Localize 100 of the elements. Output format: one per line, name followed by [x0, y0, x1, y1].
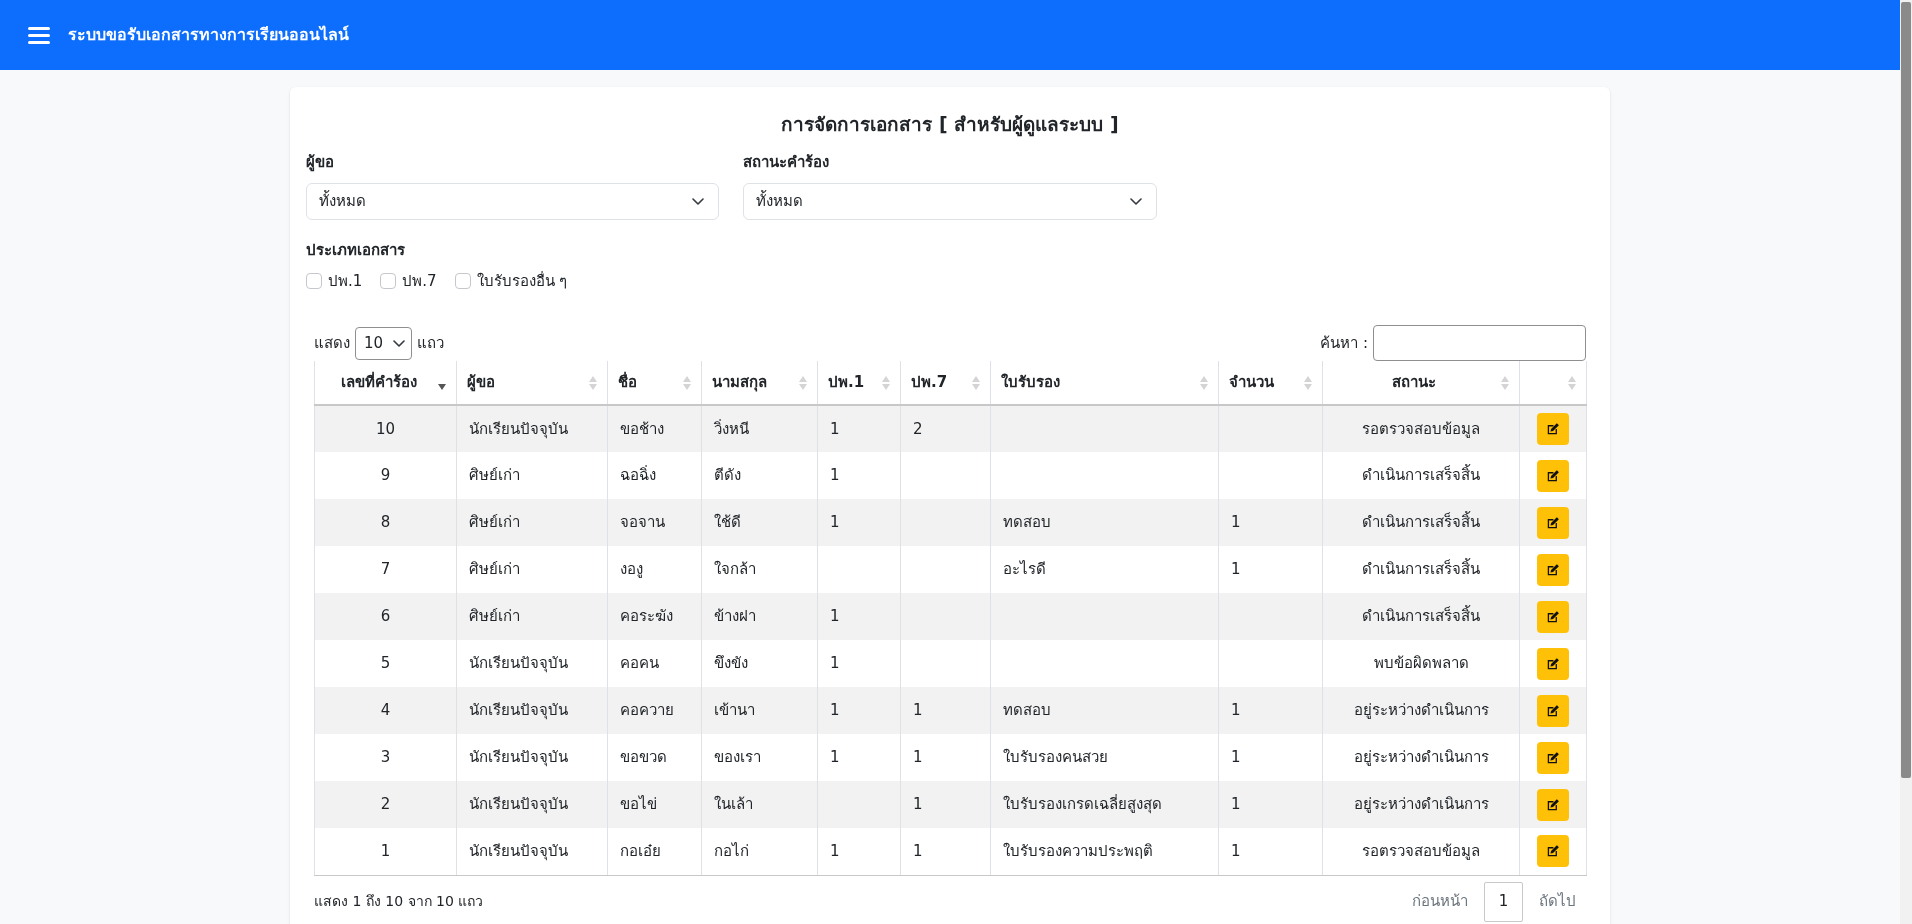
- table-cell: 1: [830, 513, 840, 532]
- edit-button[interactable]: [1537, 459, 1569, 492]
- checkbox[interactable]: [306, 273, 322, 289]
- table-cell: อยู่ระหว่างดำเนินการ: [1353, 701, 1489, 720]
- checkbox[interactable]: [454, 273, 471, 289]
- table-cell: คอระฆัง: [620, 607, 673, 626]
- table-cell: 2: [380, 795, 391, 814]
- edit-icon: [1546, 844, 1560, 859]
- table-cell: 3: [380, 748, 391, 767]
- table-cell: ขึงขัง: [714, 654, 748, 673]
- edit-button[interactable]: [1537, 600, 1569, 633]
- checkbox-label[interactable]: ปพ.7: [402, 269, 437, 293]
- search-field[interactable]: [1373, 325, 1586, 361]
- table-cell: ใบรับรองความประพฤติ: [1003, 842, 1153, 860]
- edit-button[interactable]: [1537, 694, 1569, 727]
- table-cell: จอจาน: [620, 513, 665, 532]
- edit-button[interactable]: [1537, 835, 1569, 868]
- menu-icon[interactable]: [28, 26, 50, 44]
- chevron-down-icon: [393, 339, 405, 347]
- table-cell: ฉอฉิ่ง: [620, 466, 656, 485]
- table-cell: 8: [380, 513, 391, 532]
- search-label: ค้นหา :: [1320, 332, 1368, 354]
- table-cell: 1: [1231, 701, 1241, 720]
- table-cell: นักเรียนปัจจุบัน: [469, 419, 568, 438]
- checkbox[interactable]: [380, 273, 397, 289]
- table-cell: ดำเนินการเสร็จสิ้น: [1362, 607, 1480, 626]
- table-cell: กอเอ๋ย: [620, 842, 661, 860]
- table-cell: ใจกล้า: [714, 560, 756, 579]
- table-info: แสดง 1 ถึง 10 จาก 10 แถว: [314, 892, 484, 911]
- table-cell: 1: [1231, 748, 1241, 767]
- table-cell: งองู: [620, 560, 643, 579]
- table-cell: ขอช้าง: [620, 419, 664, 438]
- table-cell: 9: [380, 466, 391, 485]
- filter-label: สถานะคำร้อง: [743, 152, 831, 173]
- table-cell: 1: [1231, 842, 1241, 860]
- edit-icon: [1546, 468, 1560, 483]
- checkbox-label[interactable]: ใบรับรองอื่น ๆ: [476, 269, 568, 293]
- edit-button[interactable]: [1537, 647, 1569, 680]
- table-cell: 1: [1231, 513, 1241, 532]
- table-cell: 1: [830, 419, 840, 438]
- table-cell: วิ่งหนี: [714, 419, 749, 438]
- table-cell: ขอขวด: [620, 748, 667, 767]
- table-cell: รอตรวจสอบข้อมูล: [1362, 842, 1480, 860]
- table-cell: ศิษย์เก่า: [469, 560, 520, 579]
- table-cell: ใบรับรองเกรดเฉลี่ยสูงสุด: [1003, 795, 1162, 814]
- edit-button[interactable]: [1537, 741, 1569, 774]
- edit-button[interactable]: [1537, 788, 1569, 821]
- chevron-down-icon: [692, 198, 705, 205]
- page-button[interactable]: 1: [1484, 881, 1523, 922]
- table-cell: ดำเนินการเสร็จสิ้น: [1362, 466, 1480, 485]
- table-cell: กอไก่: [714, 842, 749, 860]
- table-cell: ตีดัง: [714, 466, 741, 485]
- table-cell: ศิษย์เก่า: [469, 513, 520, 532]
- chevron-down-icon: [1129, 198, 1142, 205]
- table-cell: อยู่ระหว่างดำเนินการ: [1353, 748, 1489, 767]
- app-title: ระบบขอรับเอกสารทางการเรียนออนไลน์: [68, 24, 349, 46]
- page-title: การจัดการเอกสาร [ สำหรับผู้ดูแลระบบ ]: [780, 112, 1120, 137]
- table-cell: ในเล้า: [714, 795, 753, 814]
- edit-icon: [1546, 797, 1560, 812]
- table-cell: 2: [913, 419, 923, 438]
- edit-icon: [1546, 750, 1560, 765]
- scrollbar-thumb[interactable]: [1901, 2, 1911, 778]
- table-cell: ดำเนินการเสร็จสิ้น: [1362, 513, 1480, 532]
- table-cell: 1: [913, 842, 923, 860]
- table-cell: 5: [380, 654, 391, 673]
- table-cell: ขอไข่: [620, 795, 657, 814]
- table-cell: เข้านา: [714, 701, 755, 720]
- table-cell: คอควาย: [620, 701, 674, 720]
- table-cell: 1: [1231, 560, 1241, 579]
- table-cell: ศิษย์เก่า: [469, 607, 520, 626]
- table-cell: 1: [1231, 795, 1241, 814]
- table-cell: นักเรียนปัจจุบัน: [469, 701, 568, 720]
- page-length-label: แถว: [417, 332, 444, 354]
- table-cell: 1: [913, 748, 923, 767]
- table-cell: ของเรา: [714, 748, 761, 767]
- table-cell: 1: [830, 842, 840, 860]
- table-cell: ใช้ดี: [714, 513, 741, 532]
- filter-dropdown[interactable]: ทั้งหมด: [306, 183, 720, 220]
- table-cell: 1: [830, 748, 840, 767]
- edit-icon: [1546, 515, 1560, 530]
- edit-button[interactable]: [1537, 506, 1569, 539]
- table-cell: ศิษย์เก่า: [469, 466, 520, 485]
- table-cell: นักเรียนปัจจุบัน: [469, 795, 568, 814]
- table-cell: ใบรับรองคนสวย: [1003, 748, 1108, 767]
- table-cell: 1: [830, 654, 840, 673]
- checkbox-label[interactable]: ปพ.1: [328, 269, 363, 293]
- page-length-label: แสดง: [314, 332, 350, 354]
- table-cell: อยู่ระหว่างดำเนินการ: [1353, 795, 1489, 814]
- table-cell: 4: [380, 701, 391, 720]
- edit-button[interactable]: [1537, 553, 1569, 586]
- edit-icon: [1546, 703, 1560, 718]
- table-cell: นักเรียนปัจจุบัน: [469, 654, 568, 673]
- filter-dropdown[interactable]: ทั้งหมด: [743, 183, 1157, 220]
- table-cell: 7: [380, 560, 391, 579]
- table-cell: 1: [380, 842, 391, 860]
- edit-icon: [1546, 609, 1560, 624]
- edit-icon: [1546, 656, 1560, 671]
- table-cell: ทดสอบ: [1003, 513, 1051, 532]
- edit-button[interactable]: [1537, 413, 1569, 445]
- page-length-dropdown[interactable]: 10: [355, 326, 412, 360]
